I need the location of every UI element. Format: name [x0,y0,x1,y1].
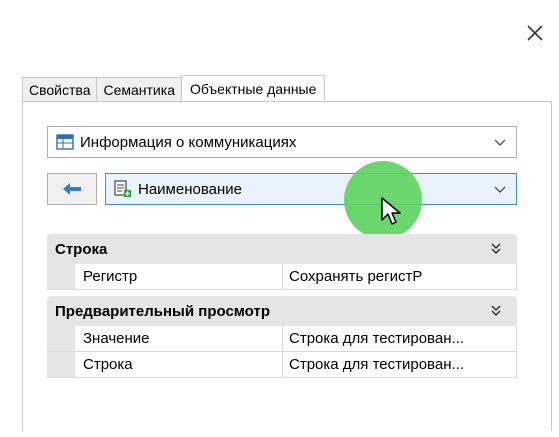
object-info-dropdown[interactable]: Информация о коммуникациях [47,126,517,158]
section-title: Строка [55,240,108,258]
property-value[interactable]: Строка для тестирован... [283,352,517,377]
section-title: Предварительный просмотр [55,302,270,320]
object-info-dropdown-label: Информация о коммуникациях [80,133,297,151]
tab-bar: Свойства Семантика Объектные данные [22,75,326,103]
double-chevron-icon [491,243,501,255]
property-row: Регистр Сохранять регистР [47,264,517,290]
chevron-down-icon [494,139,506,146]
arrow-left-icon [63,183,81,195]
table-icon [56,133,74,151]
mouse-pointer-icon [381,197,401,225]
property-grid: Строка Регистр Сохранять регистР Предвар… [47,234,517,378]
double-chevron-icon [491,305,501,317]
property-row: Значение Строка для тестирован... [47,326,517,352]
tab-properties[interactable]: Свойства [22,77,98,102]
semantic-dropdown-label: Наименование [138,180,242,198]
property-row: Строка Строка для тестирован... [47,352,517,378]
property-key: Строка [75,352,283,377]
property-value[interactable]: Строка для тестирован... [283,326,517,351]
property-key: Значение [75,326,283,351]
close-button[interactable] [520,18,550,48]
semantic-dropdown[interactable]: Наименование [105,173,517,205]
tab-semantics[interactable]: Семантика [96,77,182,102]
property-value[interactable]: Сохранять регистР [283,264,517,289]
section-header-preview[interactable]: Предварительный просмотр [47,296,517,326]
back-button[interactable] [47,173,97,205]
add-field-icon [114,180,132,198]
close-icon [527,25,543,41]
property-key: Регистр [75,264,283,289]
chevron-down-icon [494,186,506,193]
tab-object-data[interactable]: Объектные данные [180,75,326,103]
section-header-string[interactable]: Строка [47,234,517,264]
